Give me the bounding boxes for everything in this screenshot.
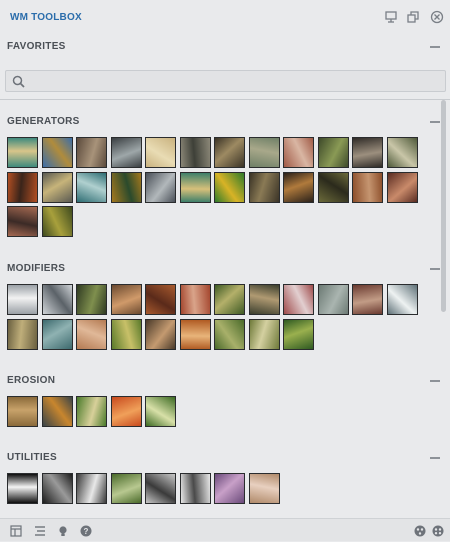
svg-text:?: ? [84, 527, 89, 536]
generators-node[interactable] [76, 172, 107, 203]
modifiers-node[interactable] [111, 319, 142, 350]
modifiers-header[interactable]: MODIFIERS [7, 263, 65, 274]
erosion-node[interactable] [145, 396, 176, 427]
erosion-grid [7, 396, 427, 430]
utilities-grid [7, 473, 427, 507]
modifiers-node[interactable] [111, 284, 142, 315]
generators-node[interactable] [352, 172, 383, 203]
generators-node[interactable] [387, 137, 418, 168]
utilities-node[interactable] [180, 473, 211, 504]
generators-header[interactable]: GENERATORS [7, 116, 80, 127]
modifiers-collapse-button[interactable] [430, 268, 440, 270]
modifiers-node[interactable] [214, 319, 245, 350]
generators-node[interactable] [7, 206, 38, 237]
generators-node[interactable] [145, 172, 176, 203]
generators-node[interactable] [249, 137, 280, 168]
modifiers-node[interactable] [7, 284, 38, 315]
utilities-node[interactable] [111, 473, 142, 504]
utilities-node[interactable] [145, 473, 176, 504]
generators-node[interactable] [180, 172, 211, 203]
modifiers-node[interactable] [42, 319, 73, 350]
modifiers-node[interactable] [283, 319, 314, 350]
generators-collapse-button[interactable] [430, 121, 440, 123]
generators-node[interactable] [111, 172, 142, 203]
erosion-node[interactable] [111, 396, 142, 427]
erosion-node[interactable] [76, 396, 107, 427]
search-input[interactable] [30, 73, 444, 91]
favorites-search-box[interactable] [5, 70, 446, 92]
window-title: WM TOOLBOX [10, 12, 82, 23]
modifiers-node[interactable] [249, 284, 280, 315]
generators-node[interactable] [283, 137, 314, 168]
generators-node[interactable] [283, 172, 314, 203]
utilities-collapse-button[interactable] [430, 457, 440, 459]
erosion-header[interactable]: EROSION [7, 375, 55, 386]
favorites-divider [0, 99, 450, 100]
generators-node[interactable] [180, 137, 211, 168]
utilities-node[interactable] [76, 473, 107, 504]
generators-node[interactable] [76, 137, 107, 168]
utilities-node[interactable] [249, 473, 280, 504]
restore-icon[interactable] [406, 10, 420, 24]
monitor-icon[interactable] [384, 10, 398, 24]
modifiers-node[interactable] [7, 319, 38, 350]
modifiers-node[interactable] [180, 284, 211, 315]
modifiers-node[interactable] [145, 284, 176, 315]
modifiers-grid [7, 284, 427, 352]
generators-node[interactable] [214, 137, 245, 168]
modifiers-node[interactable] [76, 284, 107, 315]
footer-toolbar: ? [0, 518, 450, 541]
modifiers-node[interactable] [180, 319, 211, 350]
generators-node[interactable] [352, 137, 383, 168]
erosion-collapse-button[interactable] [430, 380, 440, 382]
generators-node[interactable] [145, 137, 176, 168]
generators-node[interactable] [42, 137, 73, 168]
modifiers-node[interactable] [76, 319, 107, 350]
generators-grid [7, 137, 427, 239]
close-icon[interactable] [430, 10, 444, 24]
lightbulb-icon[interactable] [57, 524, 69, 536]
generators-node[interactable] [7, 172, 38, 203]
favorites-header[interactable]: FAVORITES [7, 41, 66, 52]
utilities-node[interactable] [214, 473, 245, 504]
generators-node[interactable] [387, 172, 418, 203]
modifiers-node[interactable] [387, 284, 418, 315]
globe-icon[interactable] [432, 524, 444, 537]
modifiers-node[interactable] [249, 319, 280, 350]
generators-node[interactable] [249, 172, 280, 203]
settings-icon[interactable] [414, 524, 426, 537]
utilities-node[interactable] [7, 473, 38, 504]
utilities-node[interactable] [42, 473, 73, 504]
list-icon[interactable] [34, 524, 46, 536]
modifiers-node[interactable] [352, 284, 383, 315]
generators-node[interactable] [7, 137, 38, 168]
generators-node[interactable] [318, 137, 349, 168]
modifiers-node[interactable] [42, 284, 73, 315]
layout-icon[interactable] [10, 524, 22, 537]
help-icon[interactable]: ? [80, 524, 92, 537]
search-icon [12, 75, 25, 93]
favorites-collapse-button[interactable] [430, 46, 440, 48]
generators-node[interactable] [42, 172, 73, 203]
utilities-header[interactable]: UTILITIES [7, 452, 57, 463]
generators-node[interactable] [318, 172, 349, 203]
generators-node[interactable] [42, 206, 73, 237]
erosion-node[interactable] [7, 396, 38, 427]
modifiers-node[interactable] [283, 284, 314, 315]
modifiers-node[interactable] [214, 284, 245, 315]
generators-node[interactable] [111, 137, 142, 168]
scrollbar[interactable] [441, 100, 446, 312]
generators-node[interactable] [214, 172, 245, 203]
erosion-node[interactable] [42, 396, 73, 427]
modifiers-node[interactable] [145, 319, 176, 350]
title-bar: WM TOOLBOX [0, 0, 450, 34]
modifiers-node[interactable] [318, 284, 349, 315]
